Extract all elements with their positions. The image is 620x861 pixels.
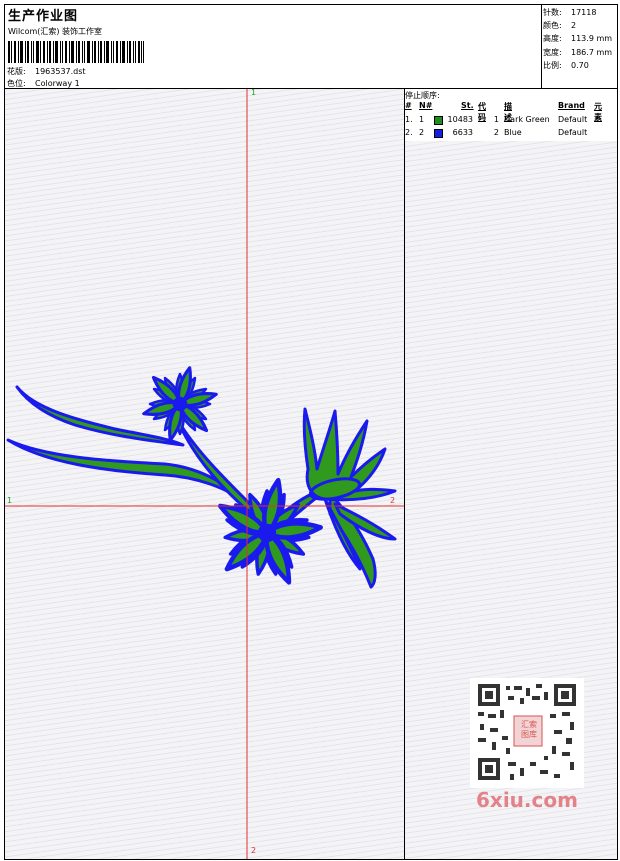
header-divider	[541, 5, 542, 88]
company-name: Wilcom(汇索) 装饰工作室	[8, 27, 103, 36]
table-row: 2. 2 6633 2 Blue Default	[405, 128, 588, 138]
color-swatch	[434, 129, 443, 138]
barcode-icon	[8, 41, 144, 63]
embroidery-preview	[5, 89, 404, 859]
col-header-stitches: St.	[461, 101, 474, 110]
stat-stitches: 针数: 17118	[543, 8, 597, 17]
stat-width: 宽度: 186.7 mm	[543, 47, 613, 57]
axis-label-h-right: 2	[390, 496, 396, 505]
design-file: 花版: 1963537.dst	[7, 67, 86, 76]
stat-height: 高度: 113.9 mm	[543, 34, 613, 44]
page-title: 生产作业图	[8, 9, 79, 24]
watermark-text: 6xiu.com	[476, 788, 578, 812]
header-info: 生产作业图 Wilcom(汇索) 装饰工作室 花版: 1963537.dst 色位…	[5, 5, 541, 88]
col-header-brand: Brand	[558, 101, 585, 110]
table-row: 1. 1 10483 1 Dark Green Default	[405, 115, 588, 125]
design-canvas: 1 2 1 2	[5, 88, 404, 859]
stop-sequence-title: 停止顺序:	[405, 91, 440, 100]
stat-scale: 比例: 0.70	[543, 60, 589, 70]
axis-label-h-left: 1	[7, 496, 13, 505]
design-stats: 针数: 17118 颜色: 2 高度: 113.9 mm 宽度: 186.7 mm 比例…	[543, 6, 617, 72]
axis-label-v-top: 1	[251, 88, 257, 97]
seal-text: 汇索图库	[521, 720, 537, 739]
col-header-n: N#	[419, 101, 433, 110]
flower-upper	[140, 364, 220, 444]
col-header-idx: #	[405, 101, 412, 110]
axis-label-v-bottom: 2	[251, 846, 257, 855]
color-swatch	[434, 116, 443, 125]
stat-colors: 颜色: 2	[543, 21, 577, 31]
